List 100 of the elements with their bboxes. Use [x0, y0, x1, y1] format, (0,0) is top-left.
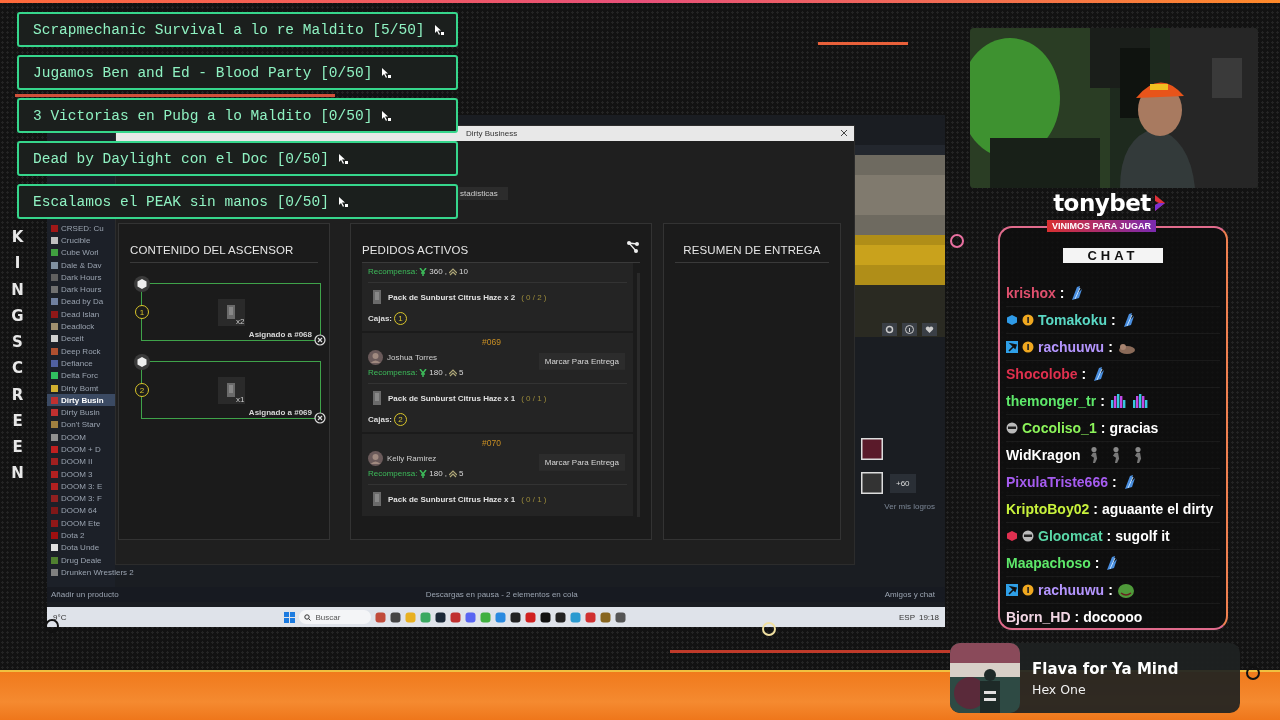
ring-decoration [950, 234, 964, 248]
downloads-status[interactable]: Descargas en pausa - 2 elementos en cola [425, 590, 578, 599]
taskbar-app-icon[interactable] [555, 611, 567, 623]
chat-username: rachuuwu [1038, 582, 1105, 598]
game-list-item[interactable]: Dead Islan [47, 308, 115, 321]
figure-emote-icon [1089, 447, 1098, 463]
rank-icon [448, 267, 457, 276]
game-list-item[interactable]: Drunken Wrestlers 2 [47, 566, 134, 579]
brand-logo: tonybet [1053, 190, 1151, 216]
figure-emote-icon [1111, 447, 1120, 463]
game-list-item[interactable]: Don't Starv [47, 418, 115, 432]
remove-icon[interactable] [314, 334, 326, 346]
cursor-icon [380, 66, 393, 79]
achievement-icon [861, 472, 883, 494]
game-list-item[interactable]: Dirty Bomt [47, 381, 115, 395]
game-list-item[interactable]: DOOM 3: E [47, 480, 115, 493]
pack-icon [372, 491, 382, 507]
mask-badge-icon [1022, 530, 1034, 542]
windows-icon[interactable] [284, 611, 296, 623]
assignment-label: Asignado a #068 [248, 330, 312, 339]
cursor-icon [336, 195, 349, 208]
cube-icon [134, 276, 150, 292]
panel-title: CONTENIDO DEL ASCENSOR [130, 244, 294, 256]
taskbar-app-icon[interactable] [510, 611, 522, 623]
mark-for-delivery-button[interactable]: Marcar Para Entrega [538, 453, 625, 471]
friends-chat-link[interactable]: Amigos y chat [884, 590, 935, 599]
game-list-item[interactable]: Dirty Busin [47, 394, 115, 407]
artist-name: Hex One [1032, 681, 1087, 697]
search-field[interactable]: Buscar [299, 610, 372, 624]
cube-icon [134, 354, 150, 370]
challenge-text: Scrapmechanic Survival a lo re Maldito [5/50] [33, 21, 425, 38]
game-list-item[interactable]: DOOM [47, 431, 115, 444]
colon: : [1108, 339, 1113, 355]
game-list-item[interactable]: Dirty Busin [47, 406, 115, 419]
more-achievements-count: +60 [890, 473, 916, 493]
game-list-item[interactable]: Dead by Da [47, 295, 115, 309]
chat-username: PixulaTriste666 [1006, 474, 1108, 490]
achievements-link[interactable]: Ver mis logros [884, 502, 935, 511]
language-indicator[interactable]: ESP [898, 612, 915, 622]
game-list-item[interactable]: Defiance [47, 357, 115, 370]
game-list-item[interactable]: DOOM II [47, 455, 115, 468]
add-product-link[interactable]: Añadir un producto [51, 590, 119, 599]
game-list-item[interactable]: Dale & Dav [47, 258, 115, 272]
close-icon[interactable] [840, 129, 848, 137]
item-tile[interactable]: x1 [217, 376, 245, 404]
settings-icon[interactable] [882, 323, 897, 336]
taskbar-app-icon[interactable] [390, 611, 402, 623]
game-list-item[interactable]: DOOM 3 [47, 467, 115, 481]
achievement-icon [861, 438, 883, 460]
chat-username: krishox [1006, 285, 1056, 301]
mask-badge-icon [1006, 422, 1018, 434]
customer-name: Kelly Ramirez [387, 454, 437, 463]
share-icon[interactable] [626, 240, 640, 254]
game-list-item[interactable]: Dark Hours [47, 283, 115, 296]
ring-decoration [45, 619, 59, 633]
game-list-item[interactable]: Crucible [47, 234, 115, 247]
info-icon[interactable] [902, 323, 917, 336]
taskbar-app-icon[interactable] [540, 611, 552, 623]
challenge-text: Jugamos Ben and Ed - Blood Party [0/50] [33, 64, 373, 81]
figure-emote-icon [1133, 447, 1142, 463]
game-list-item[interactable]: Dark Hours [47, 271, 115, 284]
game-list-item[interactable]: DOOM Ete [47, 517, 115, 530]
game-list-item[interactable]: Drug Deale [47, 554, 115, 567]
game-list-item[interactable]: CRSED: Cu [47, 222, 115, 235]
ring-decoration [1246, 666, 1260, 680]
game-list-item[interactable]: Dota Unde [47, 541, 115, 554]
frog-emote-icon [1116, 581, 1135, 599]
boxes-label: Cajas: [368, 415, 392, 424]
order-number: #070 [482, 438, 501, 448]
game-list-item[interactable]: Deceit [47, 332, 115, 345]
game-list-item[interactable]: Delta Forc [47, 369, 115, 382]
cube-badge-icon [1006, 314, 1018, 326]
item-name: Pack de Sunburst Citrus Haze x 1 [388, 494, 516, 504]
item-tile[interactable]: x2 [217, 298, 245, 326]
game-list-item[interactable]: DOOM + D [47, 443, 115, 456]
mark-for-delivery-button[interactable]: Marcar Para Entrega [538, 352, 625, 370]
game-list-item[interactable]: Dota 2 [47, 529, 115, 542]
taskbar-app-icon[interactable] [435, 611, 447, 623]
panel-title: RESUMEN DE ENTREGA [683, 244, 821, 256]
stats-tab[interactable]: stadísticas [458, 187, 508, 200]
game-list-item[interactable]: Deadlock [47, 320, 115, 333]
heart-icon[interactable] [922, 323, 937, 336]
colon: : [1111, 312, 1116, 328]
money-icon [419, 469, 428, 478]
game-list-item[interactable]: DOOM 64 [47, 504, 115, 518]
item-name: Pack de Sunburst Citrus Haze x 1 [388, 393, 516, 403]
weather-text: 9°C [53, 612, 67, 622]
item-progress: ( 0 / 1 ) [521, 494, 547, 504]
coin-badge-icon [1022, 584, 1034, 596]
remove-icon[interactable] [314, 412, 326, 424]
chevron-logo-icon [1152, 193, 1167, 213]
game-list-item[interactable]: Deep Rock [47, 344, 115, 358]
item-quantity: x2 [236, 316, 245, 326]
item-quantity: x1 [236, 394, 245, 404]
coin-badge-icon [1022, 341, 1034, 353]
challenge-text: Escalamos el PEAK sin manos [0/50] [33, 193, 329, 210]
game-list-item[interactable]: Cube Worl [47, 246, 115, 259]
vertical-title: KINGSCREEN [10, 227, 25, 485]
equalizer-emote-icon [1108, 392, 1127, 410]
game-list-item[interactable]: DOOM 3: F [47, 492, 115, 505]
